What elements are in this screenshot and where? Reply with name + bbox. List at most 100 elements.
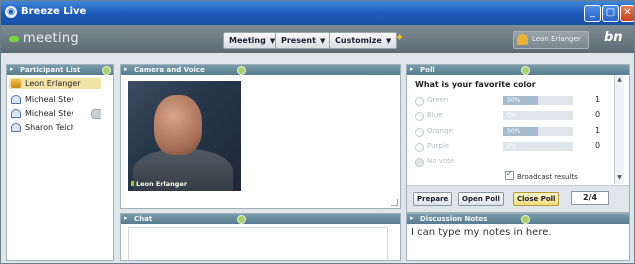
pod-header: ▸ Discussion Notes bbox=[407, 214, 629, 224]
app-window: ◉ Breeze Live _ ▢ ✕ meeting Meeting ▼ Pre… bbox=[0, 0, 635, 264]
participant-name: Micheal Stevens bbox=[25, 95, 73, 104]
pod-menu-icon[interactable] bbox=[237, 66, 246, 75]
pod-title: Camera and Voice bbox=[134, 66, 205, 74]
poll-body: What is your favorite color Green 50% 1 … bbox=[407, 75, 629, 212]
close-poll-button[interactable]: Close Poll bbox=[513, 192, 560, 206]
pod-menu-icon[interactable] bbox=[102, 66, 111, 75]
prepare-button[interactable]: Prepare bbox=[413, 192, 453, 206]
brand-logo: bn bbox=[604, 30, 623, 45]
chevron-down-icon: ▼ bbox=[385, 37, 392, 45]
poll-option: No vote bbox=[415, 156, 603, 167]
pod-menu-icon[interactable] bbox=[237, 215, 246, 224]
radio-button[interactable] bbox=[415, 143, 424, 152]
chevron-down-icon: ▼ bbox=[319, 37, 326, 45]
pod-menu-icon[interactable] bbox=[521, 215, 530, 224]
scroll-down-icon[interactable]: ▼ bbox=[616, 174, 623, 182]
pod-header: ▸ Poll bbox=[407, 65, 629, 75]
user-icon bbox=[11, 109, 21, 118]
pod-menu-icon[interactable] bbox=[521, 66, 530, 75]
notes-text[interactable]: I can type my notes in here. bbox=[411, 227, 552, 238]
radio-button[interactable] bbox=[415, 128, 424, 137]
video-feed[interactable]: Leon Erlanger bbox=[128, 81, 241, 191]
chat-message-area[interactable] bbox=[128, 227, 388, 260]
poll-option: Blue 0% 0 bbox=[415, 110, 603, 121]
room-name: meeting bbox=[23, 31, 79, 46]
participant-name: Micheal Stevens bbox=[25, 109, 73, 118]
participant-list: Leon Erlanger Micheal Stevens Micheal St… bbox=[7, 75, 113, 260]
user-icon bbox=[11, 123, 21, 132]
radio-button[interactable] bbox=[415, 97, 424, 106]
result-bar: 0% bbox=[503, 142, 573, 151]
poll-scrollbar[interactable]: ▲ ▼ bbox=[614, 75, 624, 184]
video-person-head bbox=[154, 95, 202, 155]
present-menu-button[interactable]: Present ▼ bbox=[275, 32, 332, 49]
poll-option-label: Green bbox=[427, 96, 449, 104]
pod-title: Poll bbox=[420, 66, 435, 74]
pod-options-icon[interactable]: ▸ bbox=[410, 66, 416, 73]
camera-pod: ▸ Camera and Voice Leon Erlanger bbox=[120, 64, 401, 209]
notes-pod: ▸ Discussion Notes I can type my notes i… bbox=[406, 213, 630, 261]
pod-header: ▸ Participant List bbox=[7, 65, 113, 75]
scroll-up-icon[interactable]: ▲ bbox=[616, 76, 623, 84]
page-counter: 2/4 bbox=[571, 191, 609, 205]
result-percent: 50% bbox=[507, 128, 521, 135]
status-indicator-icon bbox=[9, 36, 19, 42]
broadcast-results-checkbox[interactable]: Broadcast results bbox=[505, 169, 578, 181]
pod-title: Participant List bbox=[20, 66, 81, 74]
open-poll-button[interactable]: Open Poll bbox=[458, 192, 504, 206]
user-icon bbox=[517, 34, 528, 45]
result-percent: 50% bbox=[507, 97, 521, 104]
radio-button[interactable] bbox=[415, 158, 424, 167]
list-item[interactable]: Micheal Stevens bbox=[9, 108, 101, 119]
minimize-button[interactable]: _ bbox=[584, 5, 601, 22]
notes-body[interactable]: I can type my notes in here. bbox=[407, 224, 629, 260]
poll-option-label: Blue bbox=[427, 111, 443, 119]
participant-name: Leon Erlanger bbox=[25, 79, 81, 88]
poll-footer: Prepare Open Poll Close Poll 2/4 bbox=[407, 185, 629, 212]
pod-header: ▸ Chat bbox=[121, 214, 400, 224]
resize-grip-icon[interactable] bbox=[391, 199, 398, 206]
poll-option-label: Purple bbox=[427, 142, 450, 150]
magic-wand-icon[interactable]: ✦ bbox=[395, 32, 405, 43]
current-user-box[interactable]: Leon Erlanger bbox=[513, 31, 589, 49]
window-title: Breeze Live bbox=[21, 6, 87, 17]
chat-pod: ▸ Chat bbox=[120, 213, 401, 261]
vote-count: 1 bbox=[595, 126, 601, 135]
pod-options-icon[interactable]: ▸ bbox=[10, 66, 16, 73]
checkbox-checked-icon bbox=[505, 169, 514, 180]
list-item[interactable]: Micheal Stevens bbox=[9, 94, 101, 105]
video-caption: Leon Erlanger bbox=[131, 180, 187, 188]
close-button[interactable]: ✕ bbox=[620, 5, 634, 22]
result-percent: 0% bbox=[507, 143, 517, 150]
poll-option-label: No vote bbox=[427, 157, 455, 165]
vote-count: 0 bbox=[595, 141, 601, 150]
meeting-menu-button[interactable]: Meeting ▼ bbox=[223, 32, 282, 49]
user-icon bbox=[11, 95, 21, 104]
list-item[interactable]: Leon Erlanger bbox=[9, 78, 101, 89]
meeting-toolbar: meeting Meeting ▼ Present ▼ Customize ▼ ✦ L… bbox=[1, 25, 634, 53]
radio-button[interactable] bbox=[415, 112, 424, 121]
vote-count: 1 bbox=[595, 95, 601, 104]
participant-list-pod: ▸ Participant List Leon Erlanger Micheal… bbox=[6, 64, 114, 261]
result-bar: 50% bbox=[503, 127, 573, 136]
camera-body: Leon Erlanger bbox=[121, 75, 400, 208]
maximize-button[interactable]: ▢ bbox=[602, 5, 619, 22]
pod-options-icon[interactable]: ▸ bbox=[124, 215, 130, 222]
chat-body bbox=[121, 224, 400, 260]
list-item[interactable]: Sharon Teicher bbox=[9, 122, 101, 133]
pod-title: Chat bbox=[134, 215, 153, 223]
poll-option-label: Orange bbox=[427, 127, 453, 135]
breeze-logo-icon: ◉ bbox=[5, 6, 17, 18]
pod-title: Discussion Notes bbox=[420, 215, 488, 223]
pod-options-icon[interactable]: ▸ bbox=[410, 215, 416, 222]
speaker-toggle-icon[interactable] bbox=[91, 109, 101, 119]
result-bar: 0% bbox=[503, 111, 573, 120]
current-user-name: Leon Erlanger bbox=[532, 35, 581, 43]
pod-options-icon[interactable]: ▸ bbox=[124, 66, 130, 73]
result-percent: 0% bbox=[507, 112, 517, 119]
pod-header: ▸ Camera and Voice bbox=[121, 65, 400, 75]
mic-icon bbox=[131, 181, 134, 186]
poll-option: Orange 50% 1 bbox=[415, 126, 603, 137]
broadcast-label: Broadcast results bbox=[517, 173, 578, 181]
customize-menu-button[interactable]: Customize ▼ bbox=[329, 32, 398, 49]
